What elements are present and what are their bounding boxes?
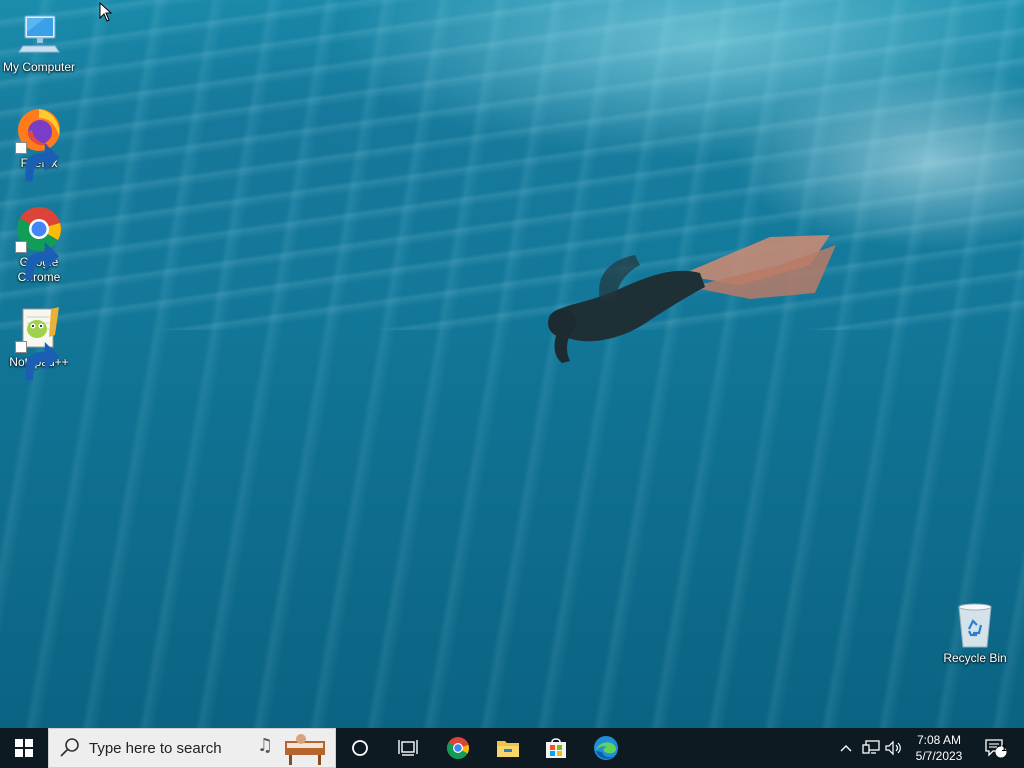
windows-logo-icon [15, 739, 33, 757]
action-center-button[interactable]: 1 [976, 728, 1016, 768]
desktop-icon-recycle-bin[interactable]: Recycle Bin [936, 601, 1014, 666]
taskbar-search-box[interactable]: Type here to search ♫ [48, 728, 336, 768]
task-view-icon [398, 740, 418, 756]
taskbar-store-button[interactable] [532, 728, 580, 768]
taskbar-file-explorer-button[interactable] [484, 728, 532, 768]
diver-silhouette [548, 235, 836, 363]
file-explorer-icon [497, 741, 519, 757]
light-rays [0, 0, 1024, 728]
cortana-icon [352, 740, 368, 756]
taskbar-clock[interactable]: 7:08 AM 5/7/2023 [904, 728, 974, 768]
cortana-button[interactable] [336, 728, 384, 768]
show-hidden-icons-button[interactable] [834, 728, 858, 768]
start-button[interactable] [0, 728, 48, 768]
chevron-up-icon [840, 745, 852, 752]
search-placeholder: Type here to search [89, 739, 222, 757]
clock-date: 5/7/2023 [915, 749, 963, 763]
store-icon [546, 738, 566, 758]
desktop-icon-notepadpp[interactable]: Notepad++ [0, 305, 78, 381]
shortcut-arrow-icon [15, 241, 60, 281]
search-icon [60, 738, 79, 757]
recycle-bin-icon [958, 603, 992, 648]
desktop-icon-label: Recycle Bin [943, 651, 1007, 665]
clock-time: 7:08 AM [916, 733, 962, 747]
search-highlight-music-icon: ♫ [257, 734, 325, 765]
chrome-icon [447, 737, 469, 759]
desktop-icon-firefox[interactable]: Firefox [0, 106, 78, 182]
notification-count-badge: 1 [1001, 743, 1007, 753]
desktop-icon-my-computer[interactable]: My Computer [0, 10, 78, 75]
water-surface-ripples [0, 0, 1024, 330]
monitor-icon [18, 15, 60, 53]
edge-icon [594, 736, 618, 760]
shortcut-arrow-icon [15, 142, 60, 182]
desktop-icon-label: My Computer [2, 60, 76, 74]
speaker-icon [885, 740, 901, 756]
shortcut-arrow-icon [15, 341, 60, 381]
desktop-icon-google-chrome[interactable]: Google Chrome [0, 205, 78, 285]
network-status-button[interactable] [858, 728, 884, 768]
svg-text:♫: ♫ [257, 735, 273, 756]
task-view-button[interactable] [384, 728, 432, 768]
network-icon [862, 740, 880, 754]
volume-button[interactable] [882, 728, 906, 768]
desktop-wallpaper: My Computer Firefox [0, 0, 1024, 728]
taskbar: Type here to search ♫ 7:08 AM 5/7/2023 1 [0, 728, 1024, 768]
mouse-cursor-icon [99, 2, 113, 22]
taskbar-chrome-button[interactable] [434, 728, 482, 768]
taskbar-edge-button[interactable] [582, 728, 630, 768]
